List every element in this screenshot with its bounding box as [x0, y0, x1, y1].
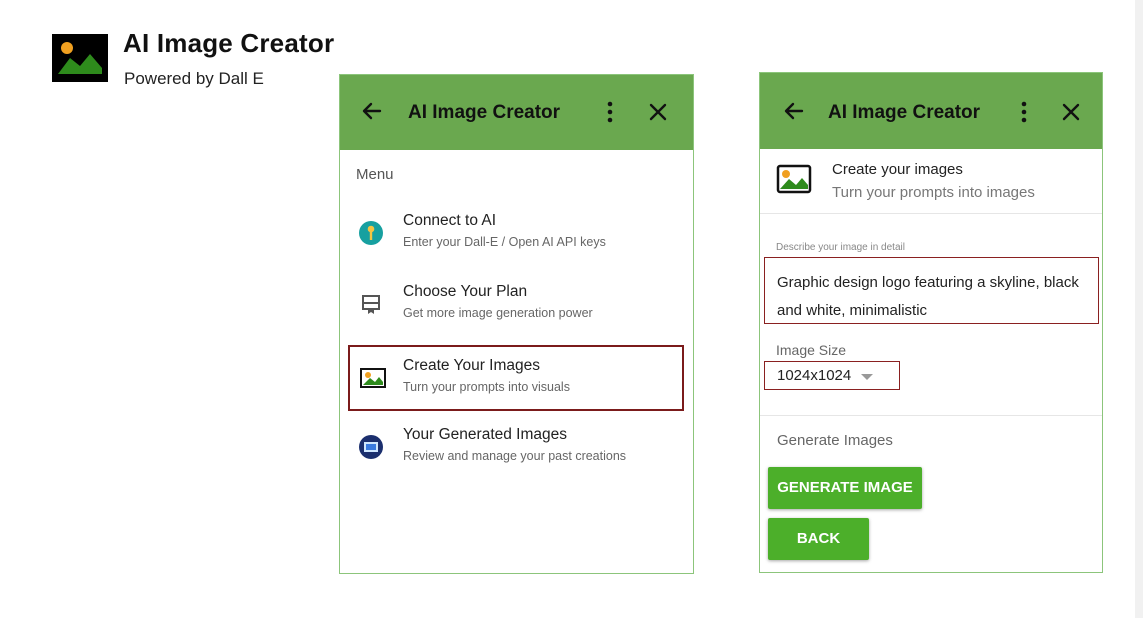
- generate-image-button[interactable]: GENERATE IMAGE: [768, 467, 922, 509]
- description-input[interactable]: Graphic design logo featuring a skyline,…: [764, 257, 1099, 324]
- menu-item-create-images[interactable]: Create Your Images Turn your prompts int…: [348, 345, 684, 411]
- menu-item-sub: Turn your prompts into visuals: [403, 380, 570, 394]
- create-panel: AI Image Creator Create your images Turn…: [759, 72, 1103, 573]
- create-section-title: Create your images: [832, 161, 963, 178]
- app-logo-icon: [52, 34, 108, 82]
- menu-item-sub: Review and manage your past creations: [403, 449, 627, 463]
- menu-item-label: Connect to AI: [403, 212, 497, 229]
- menu-panel: AI Image Creator Menu Connect to AI Ente…: [339, 74, 694, 574]
- right-edge-strip: [1135, 0, 1143, 618]
- create-section-subtitle: Turn your prompts into images: [832, 184, 1035, 201]
- more-vertical-icon[interactable]: [1019, 101, 1029, 123]
- landscape-image-icon: [776, 163, 812, 195]
- menu-item-generated-images[interactable]: Your Generated Images Review and manage …: [348, 416, 684, 482]
- create-section-header: Create your images Turn your prompts int…: [760, 149, 1102, 214]
- image-size-select[interactable]: 1024x1024: [764, 361, 900, 390]
- menu-panel-topbar: AI Image Creator: [340, 75, 693, 150]
- app-subtitle: Powered by Dall E: [124, 69, 264, 88]
- generate-images-label: Generate Images: [777, 432, 893, 449]
- landscape-image-icon: [360, 365, 386, 391]
- menu-item-label: Create Your Images: [403, 357, 541, 374]
- back-button[interactable]: BACK: [768, 518, 869, 560]
- chevron-down-icon: [861, 374, 873, 380]
- app-title: AI Image Creator: [123, 28, 335, 58]
- image-size-value: 1024x1024: [777, 367, 852, 384]
- menu-item-label: Choose Your Plan: [403, 283, 528, 300]
- menu-label: Menu: [356, 166, 394, 183]
- close-icon[interactable]: [1061, 102, 1081, 122]
- plan-card-icon: [358, 291, 384, 317]
- menu-panel-title: AI Image Creator: [408, 102, 561, 123]
- image-size-label: Image Size: [776, 342, 847, 358]
- more-vertical-icon[interactable]: [605, 101, 615, 123]
- menu-item-sub: Get more image generation power: [403, 306, 593, 320]
- gallery-icon: [358, 434, 384, 460]
- key-icon: [358, 220, 384, 246]
- menu-item-label: Your Generated Images: [403, 426, 568, 443]
- menu-item-connect-to-ai[interactable]: Connect to AI Enter your Dall-E / Open A…: [348, 202, 684, 268]
- menu-item-sub: Enter your Dall-E / Open AI API keys: [403, 235, 606, 249]
- create-panel-topbar: AI Image Creator: [760, 73, 1102, 149]
- arrow-left-icon[interactable]: [782, 99, 806, 123]
- description-label: Describe your image in detail: [776, 242, 905, 253]
- close-icon[interactable]: [648, 102, 668, 122]
- divider: [760, 415, 1102, 416]
- menu-item-choose-plan[interactable]: Choose Your Plan Get more image generati…: [348, 273, 684, 339]
- arrow-left-icon[interactable]: [360, 99, 384, 123]
- create-panel-title: AI Image Creator: [828, 102, 981, 123]
